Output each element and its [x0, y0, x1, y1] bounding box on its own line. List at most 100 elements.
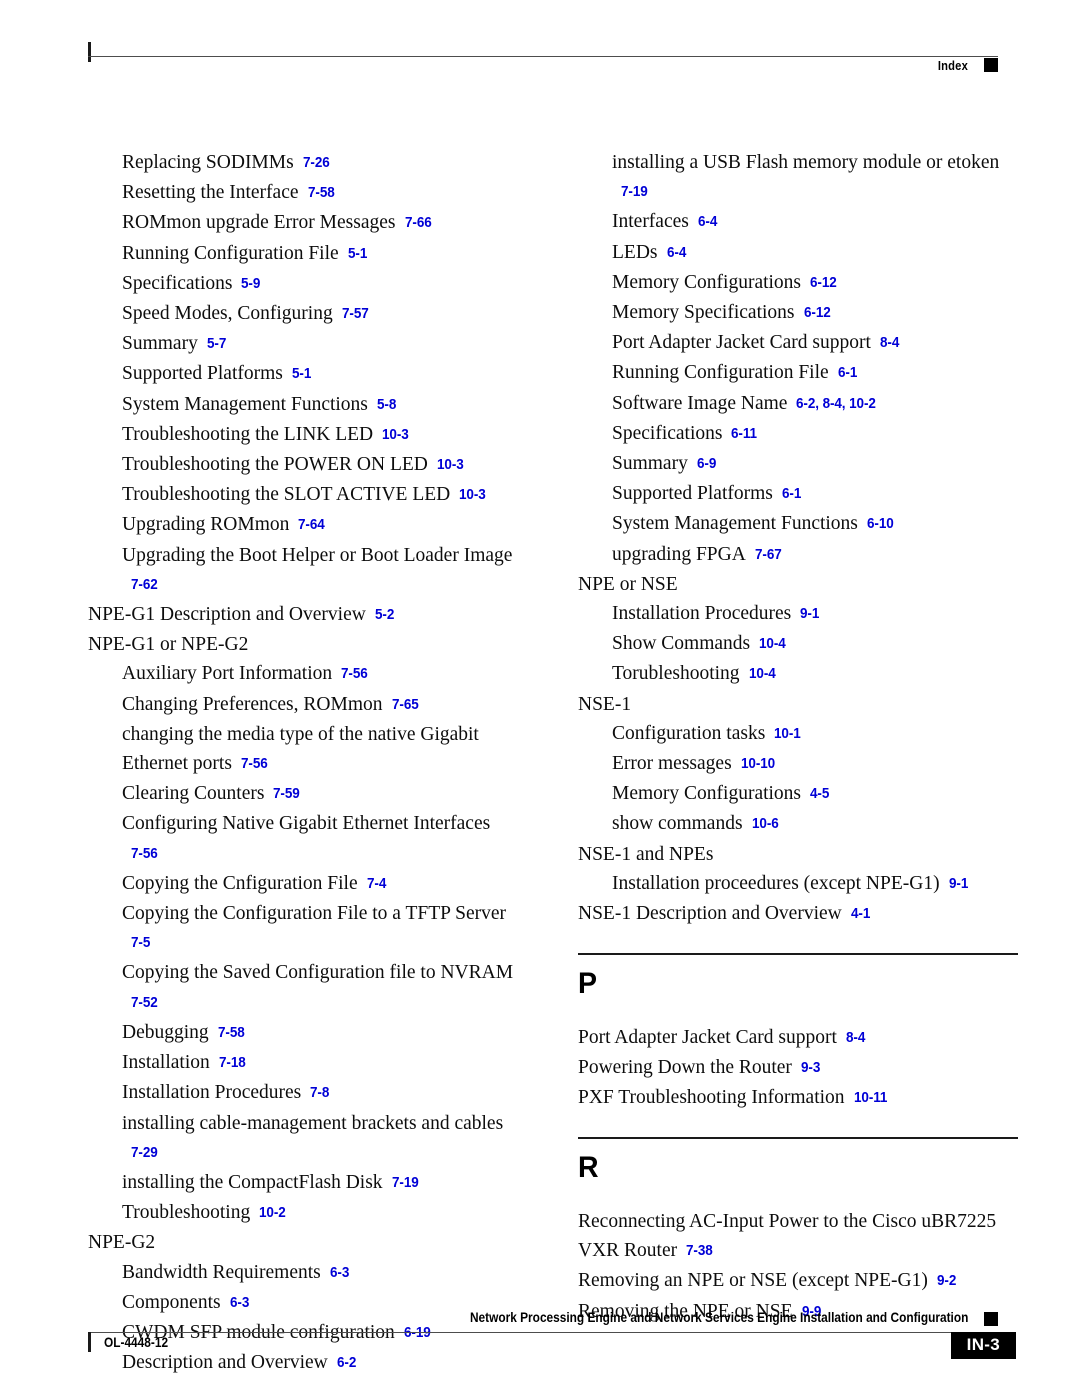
- index-entry-page-reference[interactable]: 7-64: [298, 510, 325, 539]
- index-entry-page-reference[interactable]: 9-1: [949, 869, 968, 898]
- index-entry-page-reference[interactable]: 8-4: [880, 328, 899, 357]
- index-entry-page-reference[interactable]: 5-8: [377, 390, 396, 419]
- index-entry-sub[interactable]: Running Configuration File 6-1: [578, 358, 1018, 388]
- index-entry-page-reference[interactable]: 7-26: [303, 148, 330, 177]
- index-entry-sub[interactable]: Running Configuration File 5-1: [88, 239, 528, 269]
- index-entry-sub[interactable]: show commands 10-6: [578, 809, 1018, 839]
- index-entry-sub[interactable]: Troubleshooting the SLOT ACTIVE LED 10-3: [88, 480, 528, 510]
- index-entry-sub[interactable]: Copying the Saved Configuration file to …: [88, 958, 528, 1017]
- index-entry-page-reference[interactable]: 7-65: [392, 690, 419, 719]
- index-entry-page-reference[interactable]: 10-3: [459, 480, 486, 509]
- index-entry-sub[interactable]: Show Commands 10-4: [578, 629, 1018, 659]
- index-entry-sub[interactable]: Summary 5-7: [88, 329, 528, 359]
- index-entry-page-reference[interactable]: 7-29: [131, 1138, 158, 1167]
- index-entry-sub[interactable]: Copying the Configuration File to a TFTP…: [88, 899, 528, 958]
- index-entry-page-reference[interactable]: 7-5: [131, 928, 150, 957]
- index-entry-page-reference[interactable]: 10-6: [752, 809, 779, 838]
- index-entry-sub[interactable]: Supported Platforms 5-1: [88, 359, 528, 389]
- index-entry-page-reference[interactable]: 9-1: [800, 599, 819, 628]
- index-entry-page-reference[interactable]: 10-2: [259, 1198, 286, 1227]
- index-entry-page-reference[interactable]: 6-9: [697, 449, 716, 478]
- index-entry-sub[interactable]: Configuration tasks 10-1: [578, 719, 1018, 749]
- index-entry-sub[interactable]: Memory Configurations 4-5: [578, 779, 1018, 809]
- index-entry-page-reference[interactable]: 6-1: [838, 358, 857, 387]
- index-entry-page-reference[interactable]: 7-62: [131, 570, 158, 599]
- index-entry-page-reference[interactable]: 7-56: [241, 749, 268, 778]
- index-entry-sub[interactable]: installing the CompactFlash Disk 7-19: [88, 1168, 528, 1198]
- index-entry-sub[interactable]: Troubleshooting the LINK LED 10-3: [88, 420, 528, 450]
- index-entry-page-reference[interactable]: 9-3: [801, 1053, 820, 1082]
- index-entry-page-reference[interactable]: 7-38: [686, 1236, 713, 1265]
- index-entry-main[interactable]: NPE-G1 Description and Overview 5-2: [88, 600, 528, 630]
- index-entry-page-reference[interactable]: 7-8: [310, 1078, 329, 1107]
- index-entry-page-reference[interactable]: 10-3: [382, 420, 409, 449]
- index-entry-page-reference[interactable]: 7-66: [405, 208, 432, 237]
- index-entry-sub[interactable]: Upgrading the Boot Helper or Boot Loader…: [88, 541, 528, 600]
- index-entry-page-reference[interactable]: 5-9: [241, 269, 260, 298]
- index-entry-sub[interactable]: Installation Procedures 7-8: [88, 1078, 528, 1108]
- index-entry-sub[interactable]: Supported Platforms 6-1: [578, 479, 1018, 509]
- index-entry-page-reference[interactable]: 6-12: [810, 268, 837, 297]
- index-entry-page-reference[interactable]: 10-4: [749, 659, 776, 688]
- index-entry-page-reference[interactable]: 10-10: [741, 749, 775, 778]
- index-entry-page-reference[interactable]: 6-11: [731, 419, 757, 448]
- index-entry-sub[interactable]: Configuring Native Gigabit Ethernet Inte…: [88, 809, 528, 868]
- index-entry-sub[interactable]: Summary 6-9: [578, 449, 1018, 479]
- index-entry-main[interactable]: PXF Troubleshooting Information 10-11: [578, 1083, 1018, 1113]
- index-entry-sub[interactable]: Interfaces 6-4: [578, 207, 1018, 237]
- index-entry-page-reference[interactable]: 4-5: [810, 779, 829, 808]
- index-entry-sub[interactable]: Installation Procedures 9-1: [578, 599, 1018, 629]
- index-entry-page-reference[interactable]: 7-58: [308, 178, 335, 207]
- index-entry-page-reference[interactable]: 7-67: [755, 540, 782, 569]
- index-entry-sub[interactable]: Torubleshooting 10-4: [578, 659, 1018, 689]
- index-entry-page-reference[interactable]: 5-7: [207, 329, 226, 358]
- index-entry-sub[interactable]: changing the media type of the native Gi…: [88, 720, 528, 779]
- index-entry-page-reference[interactable]: 10-4: [759, 629, 786, 658]
- index-entry-sub[interactable]: ROMmon upgrade Error Messages 7-66: [88, 208, 528, 238]
- index-entry-main[interactable]: NSE-1 Description and Overview 4-1: [578, 899, 1018, 929]
- index-entry-main[interactable]: NPE or NSE: [578, 570, 1018, 599]
- index-entry-sub[interactable]: Troubleshooting 10-2: [88, 1198, 528, 1228]
- index-entry-main[interactable]: Reconnecting AC-Input Power to the Cisco…: [578, 1207, 1018, 1266]
- index-entry-page-reference[interactable]: 7-52: [131, 988, 158, 1017]
- index-entry-sub[interactable]: upgrading FPGA 7-67: [578, 540, 1018, 570]
- index-entry-sub[interactable]: Installation 7-18: [88, 1048, 528, 1078]
- index-entry-sub[interactable]: Speed Modes, Configuring 7-57: [88, 299, 528, 329]
- index-entry-sub[interactable]: System Management Functions 6-10: [578, 509, 1018, 539]
- index-entry-page-reference[interactable]: 7-19: [392, 1168, 419, 1197]
- index-entry-main[interactable]: NPE-G2: [88, 1228, 528, 1257]
- index-entry-sub[interactable]: Changing Preferences, ROMmon 7-65: [88, 690, 528, 720]
- index-entry-page-reference[interactable]: 7-18: [219, 1048, 246, 1077]
- index-entry-sub[interactable]: Installation proceedures (except NPE-G1)…: [578, 869, 1018, 899]
- index-entry-page-reference[interactable]: 7-59: [273, 779, 300, 808]
- index-entry-sub[interactable]: Error messages 10-10: [578, 749, 1018, 779]
- index-entry-sub[interactable]: Upgrading ROMmon 7-64: [88, 510, 528, 540]
- index-entry-sub[interactable]: installing a USB Flash memory module or …: [578, 148, 1018, 207]
- index-entry-sub[interactable]: Copying the Cnfiguration File 7-4: [88, 869, 528, 899]
- index-entry-page-reference[interactable]: 7-56: [341, 659, 368, 688]
- index-entry-main[interactable]: Powering Down the Router 9-3: [578, 1053, 1018, 1083]
- index-entry-sub[interactable]: System Management Functions 5-8: [88, 390, 528, 420]
- index-entry-sub[interactable]: Resetting the Interface 7-58: [88, 178, 528, 208]
- index-entry-main[interactable]: NSE-1: [578, 690, 1018, 719]
- index-entry-sub[interactable]: Clearing Counters 7-59: [88, 779, 528, 809]
- index-entry-page-reference[interactable]: 7-4: [367, 869, 386, 898]
- index-entry-page-reference[interactable]: 6-4: [667, 238, 686, 267]
- index-entry-sub[interactable]: Software Image Name 6-2, 8-4, 10-2: [578, 389, 1018, 419]
- index-entry-page-reference[interactable]: 6-1: [782, 479, 801, 508]
- index-entry-page-reference[interactable]: 7-56: [131, 839, 158, 868]
- index-entry-main[interactable]: Port Adapter Jacket Card support 8-4: [578, 1023, 1018, 1053]
- index-entry-sub[interactable]: Memory Configurations 6-12: [578, 268, 1018, 298]
- index-entry-sub[interactable]: LEDs 6-4: [578, 238, 1018, 268]
- index-entry-page-reference[interactable]: 6-4: [698, 207, 717, 236]
- index-entry-page-reference[interactable]: 7-58: [218, 1018, 245, 1047]
- index-entry-page-reference[interactable]: 8-4: [846, 1023, 865, 1052]
- index-entry-page-reference[interactable]: 5-2: [375, 600, 394, 629]
- index-entry-page-reference[interactable]: 5-1: [292, 359, 311, 388]
- index-entry-page-reference[interactable]: 6-12: [804, 298, 831, 327]
- index-entry-page-reference[interactable]: 6-2, 8-4, 10-2: [796, 389, 876, 418]
- index-entry-sub[interactable]: Replacing SODIMMs 7-26: [88, 148, 528, 178]
- index-entry-page-reference[interactable]: 10-11: [854, 1083, 887, 1112]
- index-entry-page-reference[interactable]: 9-2: [937, 1266, 956, 1295]
- index-entry-main[interactable]: NPE-G1 or NPE-G2: [88, 630, 528, 659]
